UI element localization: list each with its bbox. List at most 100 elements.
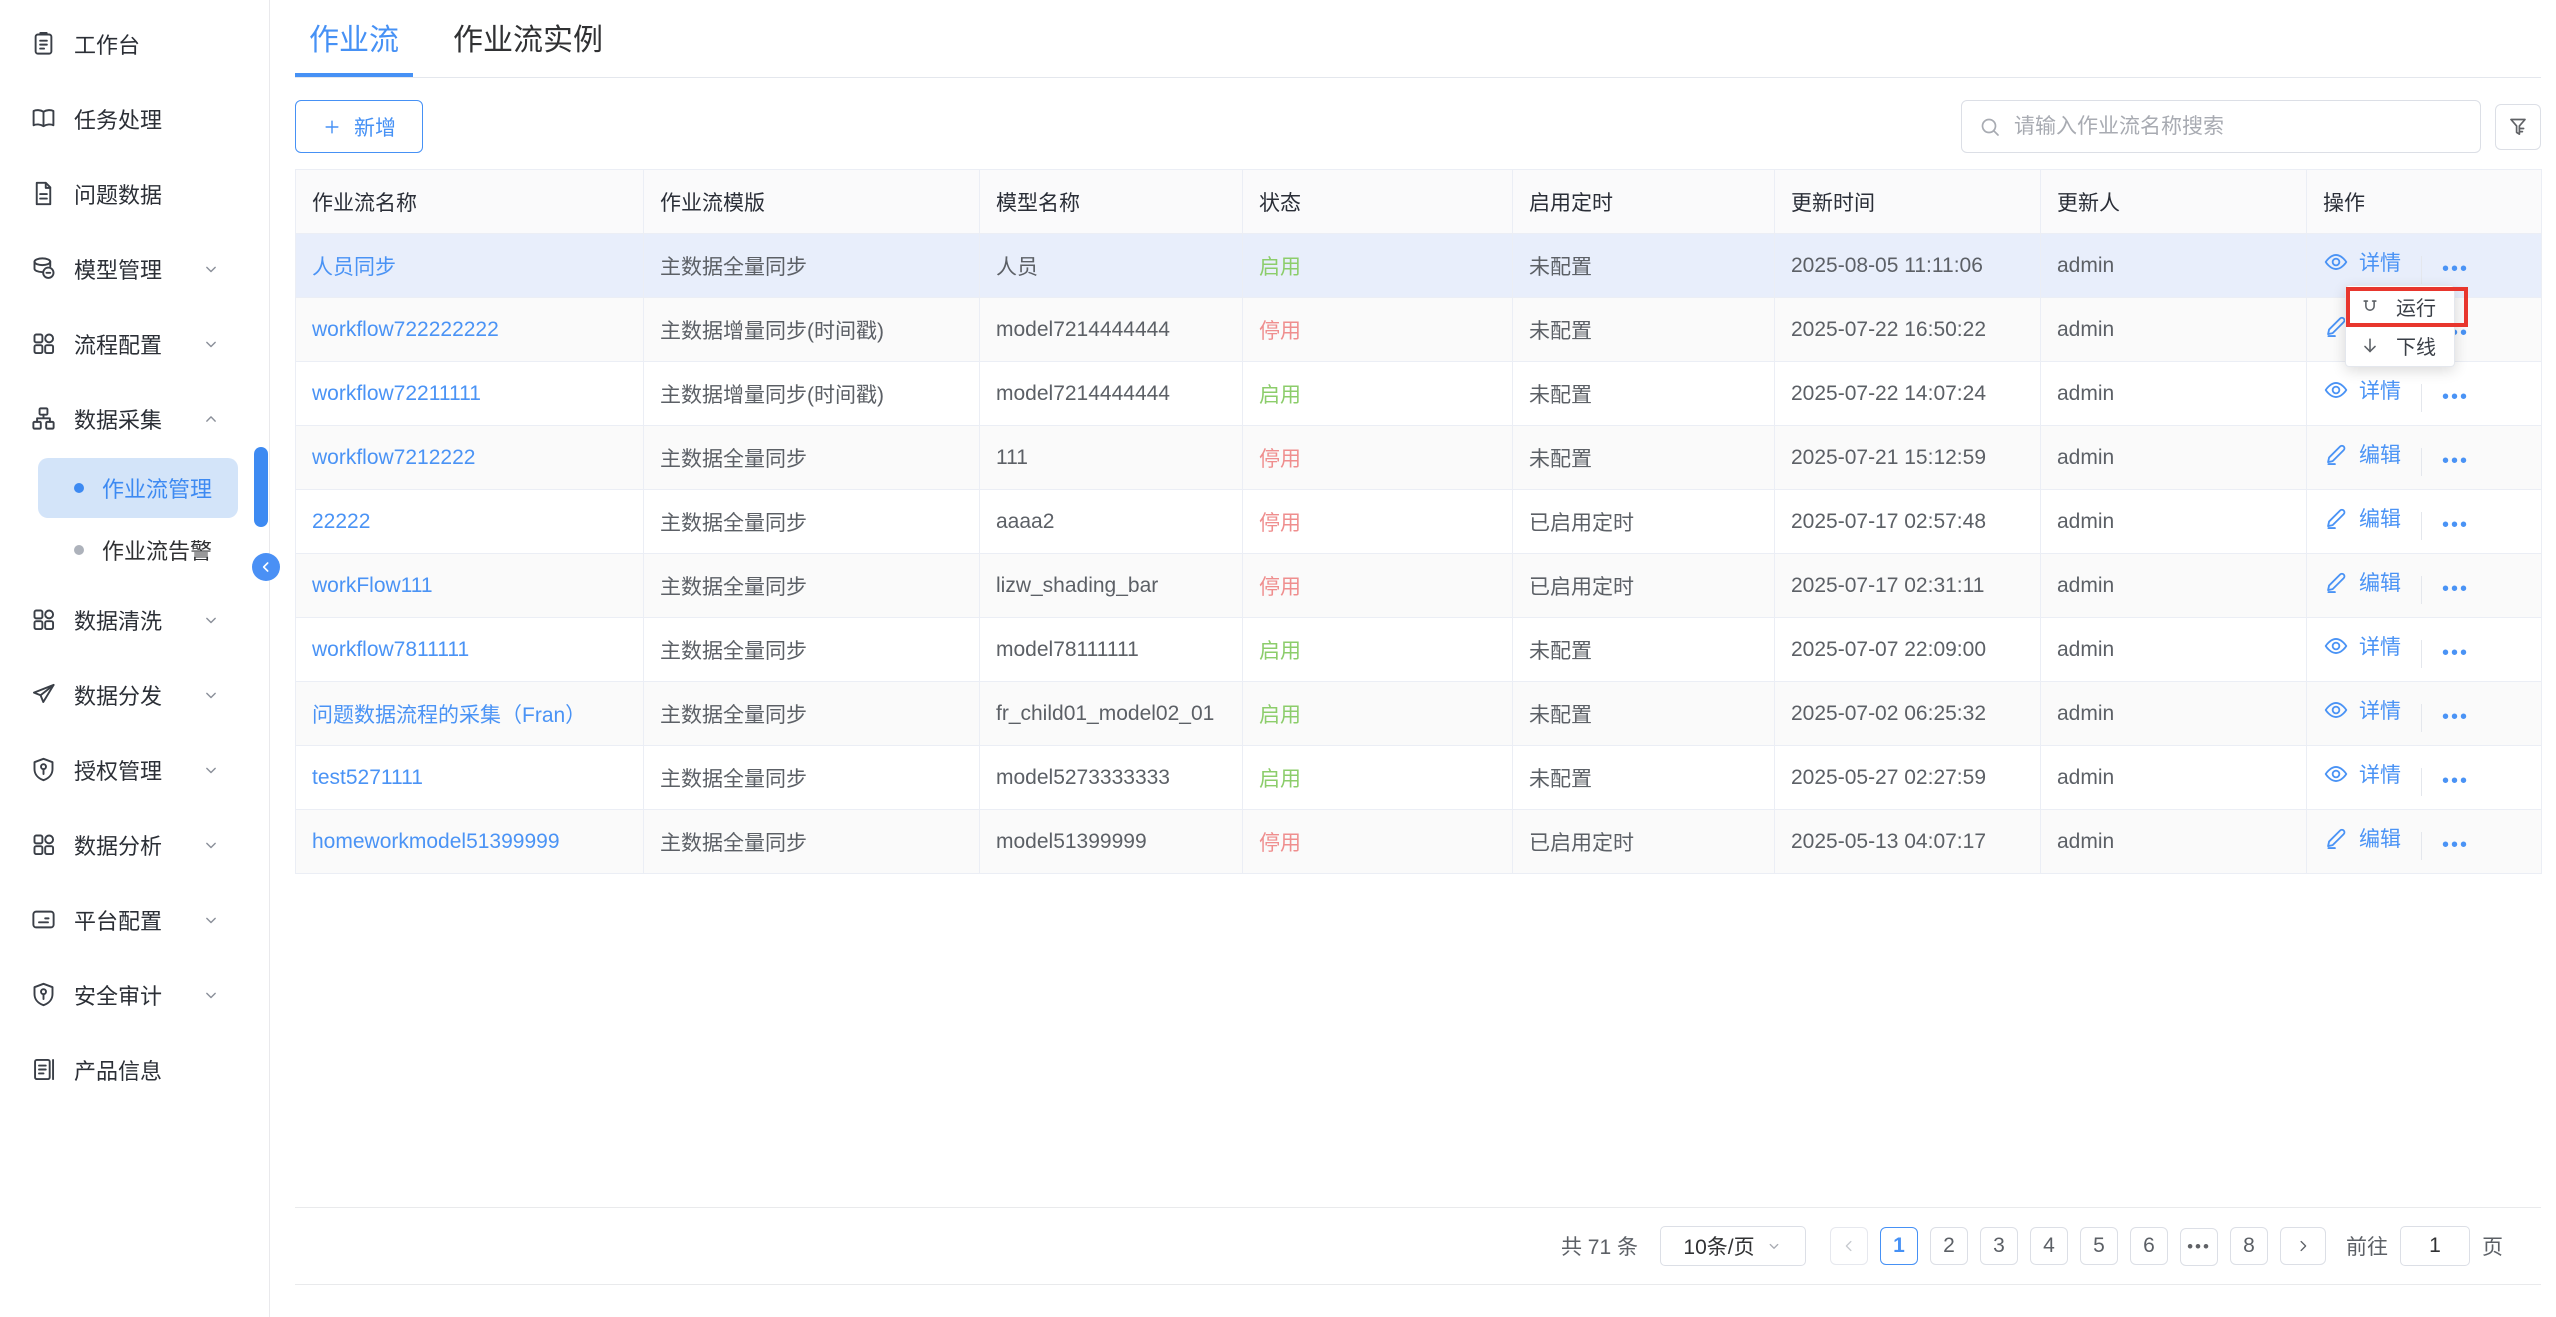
cell-status: 启用 — [1243, 682, 1513, 746]
sidebar-item[interactable]: 数据分析 — [0, 807, 269, 882]
row-action-link[interactable]: 详情 — [2323, 247, 2401, 277]
filter-button[interactable] — [2495, 104, 2541, 150]
more-actions-button[interactable]: ••• — [2442, 578, 2469, 600]
sidebar-subitem[interactable]: 作业流告警 — [38, 520, 238, 580]
workflow-name-link[interactable]: workflow72211111 — [312, 382, 481, 405]
page-button[interactable]: 6 — [2130, 1227, 2168, 1265]
search-input[interactable] — [2014, 115, 2464, 139]
page-button[interactable]: 4 — [2030, 1227, 2068, 1265]
row-action-link[interactable]: 编辑 — [2323, 503, 2401, 533]
page-size-select[interactable]: 10条/页 — [1660, 1226, 1806, 1266]
cell-actions: 详情 ••• — [2307, 618, 2542, 682]
more-actions-button[interactable]: ••• — [2442, 834, 2469, 856]
plus-icon — [322, 117, 342, 137]
row-action-label: 编辑 — [2359, 439, 2401, 469]
more-actions-button[interactable]: ••• — [2442, 258, 2469, 280]
workflow-name-link[interactable]: 22222 — [312, 510, 370, 533]
sidebar-item-label: 工作台 — [74, 28, 140, 60]
chevron-down-icon — [201, 835, 221, 855]
sidebar-item[interactable]: 模型管理 — [0, 231, 269, 306]
cell-model-name: aaaa2 — [980, 490, 1243, 554]
more-actions-button[interactable]: ••• — [2442, 706, 2469, 728]
chevron-down-icon — [201, 610, 221, 630]
cell-updated-time: 2025-07-22 14:07:24 — [1775, 362, 2041, 426]
action-divider — [2421, 384, 2422, 412]
menu-item-run[interactable]: 运行 — [2346, 287, 2454, 326]
goto-page-input[interactable] — [2400, 1226, 2470, 1266]
page-button[interactable]: 5 — [2080, 1227, 2118, 1265]
sidebar-item[interactable]: 安全审计 — [0, 957, 269, 1032]
sidebar-item[interactable]: 问题数据 — [0, 156, 269, 231]
sidebar-collapse-button[interactable] — [252, 553, 280, 581]
more-pages-button[interactable]: ••• — [2180, 1228, 2218, 1266]
prev-page-button[interactable] — [1830, 1227, 1868, 1265]
workflow-name-link[interactable]: homeworkmodel51399999 — [312, 830, 560, 853]
sidebar-menu: 工作台任务处理问题数据模型管理流程配置数据采集作业流管理作业流告警数据清洗数据分… — [0, 6, 269, 1107]
chevron-right-icon — [2294, 1237, 2312, 1255]
sidebar-item[interactable]: 数据清洗 — [0, 582, 269, 657]
menu-item-offline[interactable]: 下线 — [2346, 326, 2454, 365]
row-action-label: 详情 — [2359, 631, 2401, 661]
cell-status: 停用 — [1243, 298, 1513, 362]
cell-actions: 编辑 ••• — [2307, 490, 2542, 554]
workflow-name-link[interactable]: 人员同步 — [312, 256, 396, 279]
tab-workflow[interactable]: 作业流 — [295, 0, 413, 77]
tab-workflow-instance[interactable]: 作业流实例 — [439, 0, 617, 77]
more-actions-button[interactable]: ••• — [2442, 770, 2469, 792]
more-actions-button[interactable]: ••• — [2442, 642, 2469, 664]
row-action-link[interactable]: 详情 — [2323, 695, 2401, 725]
sidebar-item[interactable]: 数据采集 — [0, 381, 269, 456]
row-action-link[interactable]: 编辑 — [2323, 823, 2401, 853]
row-action-link[interactable]: 详情 — [2323, 631, 2401, 661]
sidebar-item[interactable]: 流程配置 — [0, 306, 269, 381]
page-button[interactable]: 8 — [2230, 1227, 2268, 1265]
status-badge: 启用 — [1259, 704, 1301, 727]
sidebar-item[interactable]: 授权管理 — [0, 732, 269, 807]
sidebar-subitem[interactable]: 作业流管理 — [38, 458, 238, 518]
sidebar-item[interactable]: 工作台 — [0, 6, 269, 81]
next-page-button[interactable] — [2280, 1227, 2326, 1265]
row-action-link[interactable]: 详情 — [2323, 759, 2401, 789]
more-actions-button[interactable]: ••• — [2442, 450, 2469, 472]
cell-template: 主数据全量同步 — [644, 810, 980, 874]
add-button-label: 新增 — [354, 112, 396, 142]
page-button[interactable]: 1 — [1880, 1227, 1918, 1265]
cell-updated-time: 2025-07-17 02:57:48 — [1775, 490, 2041, 554]
row-action-link[interactable]: 编辑 — [2323, 439, 2401, 469]
workflow-name-link[interactable]: 问题数据流程的采集（Fran） — [312, 704, 586, 727]
chevron-left-icon — [1840, 1237, 1858, 1255]
workflow-name-link[interactable]: workflow7212222 — [312, 446, 475, 469]
page-button[interactable]: 3 — [1980, 1227, 2018, 1265]
sidebar-item[interactable]: 数据分发 — [0, 657, 269, 732]
grid-icon — [30, 831, 57, 858]
eye-icon — [2323, 761, 2349, 787]
more-actions-button[interactable]: ••• — [2442, 514, 2469, 536]
workflow-name-link[interactable]: workflow722222222 — [312, 318, 499, 341]
page-button[interactable]: 2 — [1930, 1227, 1968, 1265]
cell-workflow-name: 22222 — [296, 490, 644, 554]
cell-template: 主数据全量同步 — [644, 618, 980, 682]
toolbar: 新增 — [295, 100, 2541, 153]
edit-icon — [2323, 569, 2349, 595]
workflow-name-link[interactable]: test5271111 — [312, 766, 423, 789]
sidebar-item[interactable]: 任务处理 — [0, 81, 269, 156]
table-row: homeworkmodel51399999主数据全量同步model5139999… — [296, 810, 2542, 874]
eye-icon — [2323, 633, 2349, 659]
row-action-link[interactable]: 详情 — [2323, 375, 2401, 405]
more-actions-button[interactable]: ••• — [2442, 386, 2469, 408]
workflow-name-link[interactable]: workFlow111 — [312, 574, 433, 597]
table-row: test5271111主数据全量同步model5273333333启用未配置20… — [296, 746, 2542, 810]
workflow-name-link[interactable]: workflow7811111 — [312, 638, 469, 661]
cell-updater: admin — [2041, 618, 2307, 682]
sidebar-item[interactable]: 平台配置 — [0, 882, 269, 957]
arrow-down-icon — [2359, 335, 2381, 357]
edit-icon — [2323, 505, 2349, 531]
chevron-down-icon — [201, 259, 221, 279]
row-action-link[interactable]: 编辑 — [2323, 567, 2401, 597]
pagination-bar: 共 71 条 10条/页 123456•••8 前往 页 — [295, 1207, 2541, 1285]
add-button[interactable]: 新增 — [295, 100, 423, 153]
table-row: workflow72211111主数据增量同步(时间戳)model7214444… — [296, 362, 2542, 426]
sidebar-item[interactable]: 产品信息 — [0, 1032, 269, 1107]
sidebar-item-label: 数据分发 — [74, 679, 162, 711]
table-row: 22222主数据全量同步aaaa2停用已启用定时2025-07-17 02:57… — [296, 490, 2542, 554]
